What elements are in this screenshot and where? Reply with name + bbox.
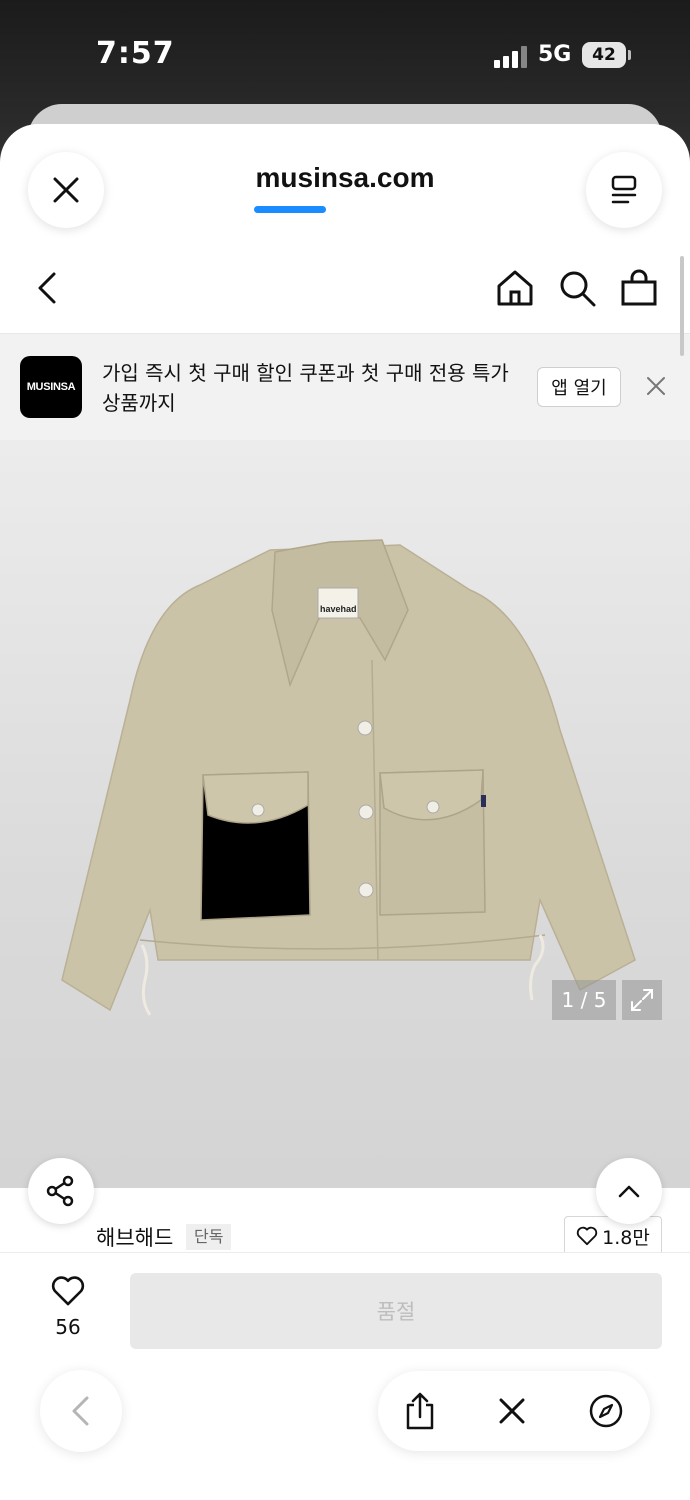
compass-icon — [589, 1394, 623, 1428]
exclusive-badge: 단독 — [186, 1224, 232, 1250]
reader-menu-button[interactable] — [586, 152, 662, 228]
wish-count: 56 — [55, 1315, 81, 1339]
browser-share-button[interactable] — [398, 1389, 442, 1433]
close-icon — [499, 1398, 525, 1424]
back-arrow-icon[interactable] — [28, 268, 68, 308]
expand-image-button[interactable] — [622, 980, 662, 1020]
scroll-top-button[interactable] — [596, 1158, 662, 1224]
signal-icon — [494, 46, 528, 68]
site-nav — [0, 240, 690, 334]
image-counter: 1 / 5 — [552, 980, 616, 1020]
reader-icon — [611, 175, 637, 204]
expand-icon — [631, 989, 653, 1011]
shopping-bag-icon[interactable] — [619, 268, 659, 308]
network-type: 5G — [538, 42, 572, 67]
heart-icon — [576, 1226, 598, 1246]
product-image[interactable]: havehad — [0, 440, 690, 1188]
search-icon[interactable] — [557, 268, 597, 308]
share-icon — [46, 1175, 74, 1207]
browser-close-button[interactable] — [490, 1389, 534, 1433]
chevron-left-icon — [72, 1396, 89, 1426]
heart-icon — [51, 1276, 85, 1306]
share-button[interactable] — [28, 1158, 94, 1224]
soldout-button[interactable]: 품절 — [130, 1273, 662, 1349]
battery-icon: 42 — [582, 42, 631, 68]
purchase-bar: 56 품절 — [0, 1252, 690, 1372]
brand-row: 해브해드 단독 1.8만 — [0, 1172, 690, 1256]
musinsa-logo: MUSINSA — [20, 356, 82, 418]
battery-level: 42 — [592, 45, 616, 65]
app-install-banner: MUSINSA 가입 즉시 첫 구매 할인 쿠폰과 첫 구매 전용 특가 상품까… — [0, 334, 690, 440]
close-icon[interactable] — [644, 374, 668, 398]
jacket-label: havehad — [320, 604, 357, 614]
share-up-icon — [406, 1392, 434, 1430]
browser-action-bar — [378, 1371, 650, 1451]
status-time: 7:57 — [96, 36, 175, 71]
loading-progress — [254, 206, 326, 213]
home-icon[interactable] — [495, 268, 535, 308]
wish-button[interactable]: 56 — [38, 1275, 98, 1339]
open-app-button[interactable]: 앱 열기 — [537, 367, 621, 407]
brand-like-count: 1.8만 — [602, 1226, 650, 1249]
brand-like-button[interactable]: 1.8만 — [564, 1216, 662, 1256]
browser-back-button[interactable] — [40, 1370, 122, 1452]
brand-name[interactable]: 해브해드 — [96, 1222, 173, 1252]
open-in-safari-button[interactable] — [584, 1389, 628, 1433]
jacket-illustration: havehad — [61, 539, 636, 1016]
chevron-up-icon — [618, 1185, 640, 1198]
banner-message: 가입 즉시 첫 구매 할인 쿠폰과 첫 구매 전용 특가 상품까지 — [102, 361, 509, 415]
scroll-indicator — [680, 256, 684, 356]
status-bar: 7:57 5G 42 — [0, 0, 690, 110]
